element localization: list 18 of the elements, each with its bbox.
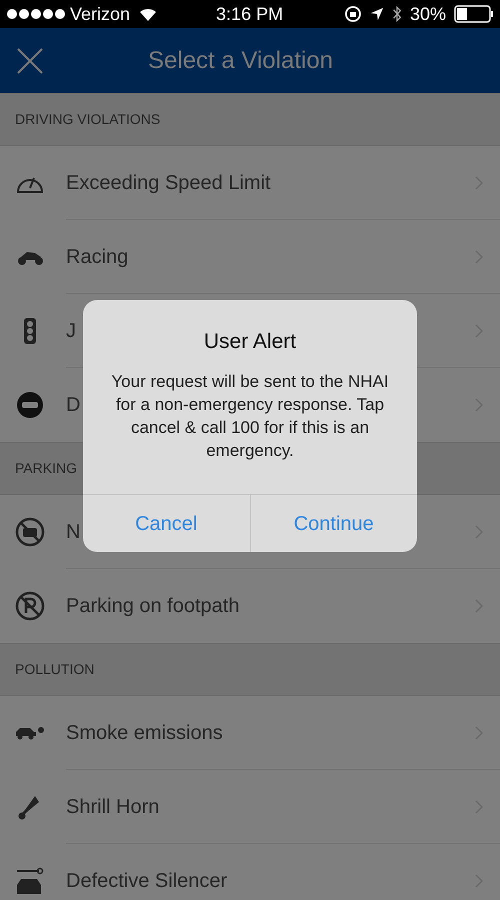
violation-label: D bbox=[66, 393, 80, 418]
section-title: PARKING bbox=[15, 459, 77, 478]
violation-label: Defective Silencer bbox=[66, 869, 228, 894]
nav-title: Select a Violation bbox=[148, 46, 334, 76]
violation-label: Shrill Horn bbox=[66, 794, 160, 820]
alert-title: User Alert bbox=[202, 329, 298, 355]
battery-percent: 30% bbox=[410, 2, 446, 26]
carrier-name: Verizon bbox=[70, 2, 130, 26]
clock-time: 3:16 PM bbox=[216, 2, 284, 26]
violation-label: Racing bbox=[66, 244, 128, 270]
violation-label: J bbox=[66, 318, 76, 344]
section-title: DRIVING VIOLATIONS bbox=[15, 110, 160, 129]
violation-label: Exceeding Speed Limit bbox=[66, 170, 271, 196]
section-title: POLLUTION bbox=[15, 660, 94, 679]
violation-label: N bbox=[66, 520, 80, 544]
violation-label: Parking on footpath bbox=[66, 594, 240, 619]
violation-label: Smoke emissions bbox=[66, 720, 223, 746]
alert-message: Your request will be sent to the NHAI for a non-emergency response. Tap cancel & call 100 for if this is an emergency. bbox=[110, 370, 390, 462]
